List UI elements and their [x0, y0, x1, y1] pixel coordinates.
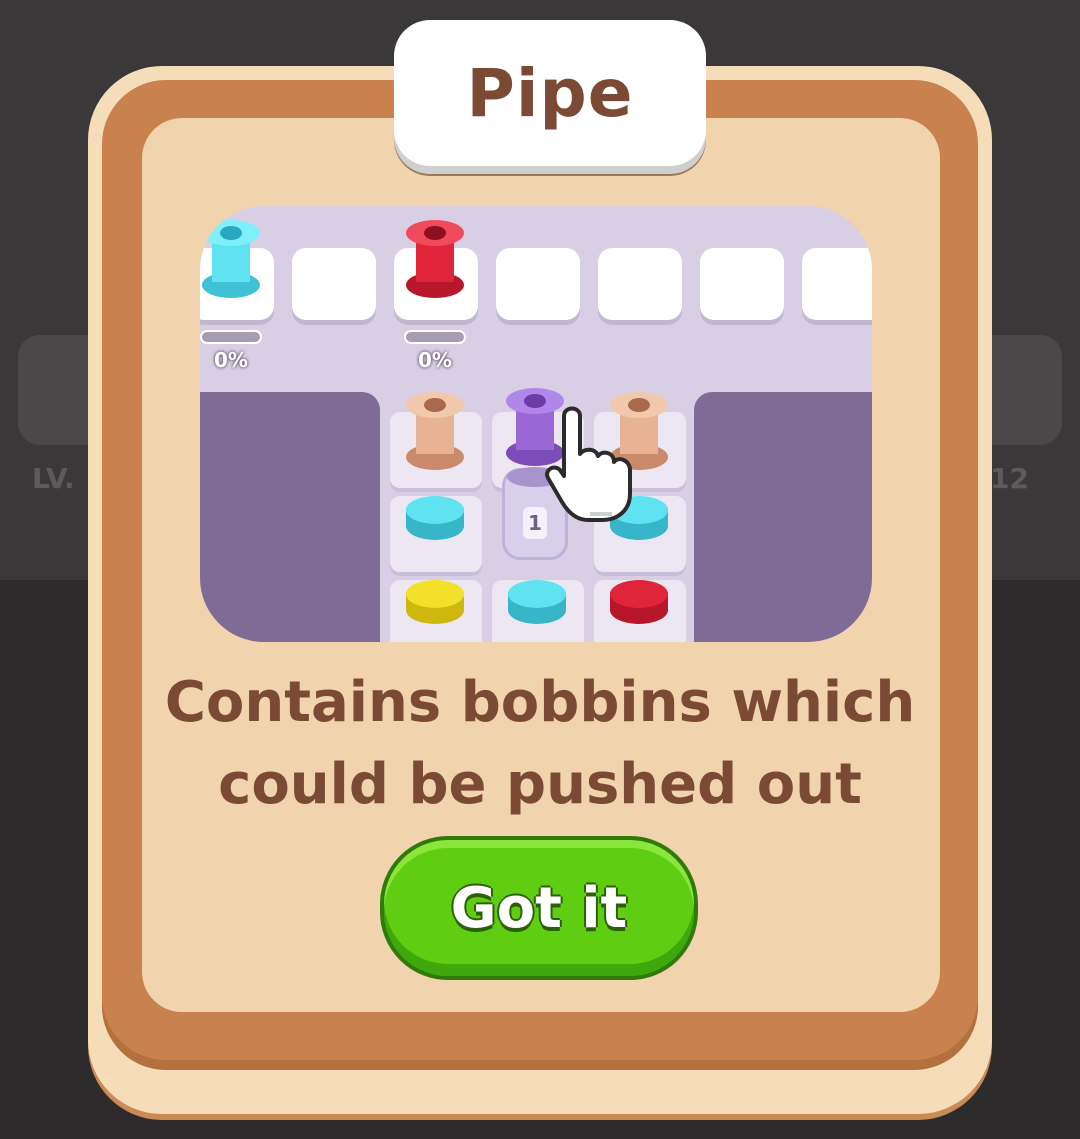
got-it-button[interactable]: Got it	[380, 836, 698, 980]
cyan-puck	[508, 580, 566, 624]
board-wall-left	[200, 392, 380, 642]
progress-bar	[200, 330, 262, 344]
tan-bobbin	[406, 392, 464, 470]
collector-slot	[700, 248, 784, 320]
background-level-label-left: LV.	[32, 462, 75, 495]
yellow-puck	[406, 580, 464, 624]
collector-slot	[802, 248, 872, 320]
board-wall-right	[694, 392, 872, 642]
popup-title: Pipe	[466, 54, 634, 132]
cyan-puck	[406, 496, 464, 540]
collector-slot	[292, 248, 376, 320]
description-line-2: could be pushed out	[218, 752, 862, 817]
description-line-1: Contains bobbins which	[164, 670, 916, 735]
red-bobbin	[406, 220, 464, 298]
popup-title-tab: Pipe	[394, 20, 706, 166]
progress-bar	[404, 330, 466, 344]
popup-description: Contains bobbins which could be pushed o…	[160, 662, 920, 826]
cyan-bobbin	[202, 220, 260, 298]
got-it-button-label: Got it	[450, 875, 628, 941]
pointing-hand-icon	[545, 406, 632, 522]
red-puck	[610, 580, 668, 624]
collector-slot	[598, 248, 682, 320]
progress-percent: 0%	[418, 348, 452, 372]
background-level-label-right: 12	[990, 462, 1029, 495]
tutorial-preview-image: 0% 0% 1	[200, 206, 872, 642]
progress-percent: 0%	[214, 348, 248, 372]
collector-slot	[496, 248, 580, 320]
